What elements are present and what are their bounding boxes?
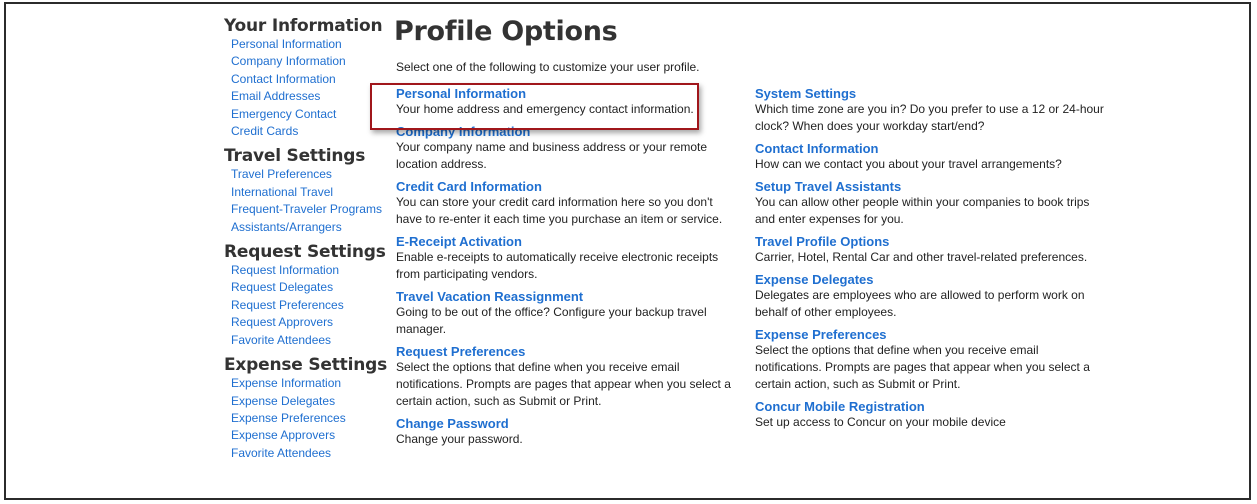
option-description: Delegates are employees who are allowed … [755, 288, 1085, 319]
option-concur-mobile-registration: Concur Mobile Registration Set up access… [755, 399, 1105, 431]
option-link[interactable]: Personal Information [396, 86, 736, 101]
sidebar-item-credit-cards[interactable]: Credit Cards [231, 123, 384, 140]
option-link[interactable]: System Settings [755, 86, 1105, 101]
sidebar-item-assistants-arrangers[interactable]: Assistants/Arrangers [231, 219, 384, 236]
option-link[interactable]: Expense Delegates [755, 272, 1105, 287]
sidebar-item-request-delegates[interactable]: Request Delegates [231, 279, 384, 296]
sidebar-group-your-information: Your Information Personal Information Co… [224, 16, 384, 140]
sidebar-item-expense-delegates[interactable]: Expense Delegates [231, 393, 384, 410]
option-description: Your company name and business address o… [396, 140, 708, 171]
profile-options-main: Profile Options Select one of the follow… [394, 16, 1104, 446]
option-description: You can allow other people within your c… [755, 195, 1090, 226]
option-description: You can store your credit card informati… [396, 195, 723, 226]
page-title: Profile Options [394, 16, 618, 47]
option-link[interactable]: Contact Information [755, 141, 1105, 156]
sidebar-item-expense-approvers[interactable]: Expense Approvers [231, 427, 384, 444]
sidebar-group-title: Travel Settings [224, 146, 366, 167]
sidebar-item-expense-preferences[interactable]: Expense Preferences [231, 410, 384, 427]
option-travel-profile-options: Travel Profile Options Carrier, Hotel, R… [755, 234, 1105, 266]
intro-text: Select one of the following to customize… [396, 60, 700, 74]
option-e-receipt-activation: E-Receipt Activation Enable e-receipts t… [396, 234, 736, 283]
sidebar-group-title: Request Settings [224, 242, 386, 263]
sidebar-item-request-approvers[interactable]: Request Approvers [231, 314, 384, 331]
option-link[interactable]: Travel Profile Options [755, 234, 1105, 249]
option-expense-preferences: Expense Preferences Select the options t… [755, 327, 1105, 393]
sidebar-item-frequent-traveler-programs[interactable]: Frequent-Traveler Programs [231, 201, 384, 218]
option-link[interactable]: E-Receipt Activation [396, 234, 736, 249]
option-system-settings: System Settings Which time zone are you … [755, 86, 1105, 135]
option-setup-travel-assistants: Setup Travel Assistants You can allow ot… [755, 179, 1105, 228]
sidebar-group-request-settings: Request Settings Request Information Req… [224, 242, 386, 349]
option-change-password: Change Password Change your password. [396, 416, 736, 448]
sidebar-group-title: Your Information [224, 16, 383, 36]
option-link[interactable]: Change Password [396, 416, 736, 431]
option-link[interactable]: Request Preferences [396, 344, 736, 359]
sidebar-list: Request Information Request Delegates Re… [231, 262, 384, 349]
option-credit-card-information: Credit Card Information You can store yo… [396, 179, 736, 228]
option-expense-delegates: Expense Delegates Delegates are employee… [755, 272, 1105, 321]
option-description: Select the options that define when you … [755, 343, 1090, 391]
page-frame: Your Information Personal Information Co… [4, 2, 1251, 500]
sidebar-item-international-travel[interactable]: International Travel [231, 184, 384, 201]
option-link[interactable]: Expense Preferences [755, 327, 1105, 342]
sidebar-item-expense-information[interactable]: Expense Information [231, 375, 384, 392]
option-contact-information: Contact Information How can we contact y… [755, 141, 1105, 173]
sidebar-item-personal-information[interactable]: Personal Information [231, 36, 384, 53]
option-link[interactable]: Setup Travel Assistants [755, 179, 1105, 194]
option-link[interactable]: Travel Vacation Reassignment [396, 289, 736, 304]
option-description: Select the options that define when you … [396, 360, 731, 408]
sidebar-group-expense-settings: Expense Settings Expense Information Exp… [224, 355, 387, 462]
option-description: Set up access to Concur on your mobile d… [755, 415, 1006, 429]
option-link[interactable]: Credit Card Information [396, 179, 736, 194]
sidebar-group-title: Expense Settings [224, 355, 387, 376]
sidebar-item-emergency-contact[interactable]: Emergency Contact [231, 106, 384, 123]
sidebar-item-request-information[interactable]: Request Information [231, 262, 384, 279]
option-description: How can we contact you about your travel… [755, 157, 1062, 171]
option-description: Which time zone are you in? Do you prefe… [755, 102, 1104, 133]
profile-sidebar: Your Information Personal Information Co… [224, 16, 387, 468]
option-link[interactable]: Company Information [396, 124, 736, 139]
option-company-information: Company Information Your company name an… [396, 124, 736, 173]
option-request-preferences: Request Preferences Select the options t… [396, 344, 736, 410]
sidebar-list: Personal Information Company Information… [231, 36, 384, 140]
option-personal-information: Personal Information Your home address a… [396, 86, 736, 118]
sidebar-list: Travel Preferences International Travel … [231, 166, 384, 236]
options-column-right: System Settings Which time zone are you … [755, 86, 1105, 437]
sidebar-item-email-addresses[interactable]: Email Addresses [231, 88, 384, 105]
option-description: Carrier, Hotel, Rental Car and other tra… [755, 250, 1088, 264]
option-description: Going to be out of the office? Configure… [396, 305, 707, 336]
sidebar-item-expense-favorite-attendees[interactable]: Favorite Attendees [231, 445, 384, 462]
sidebar-item-travel-preferences[interactable]: Travel Preferences [231, 166, 384, 183]
sidebar-item-company-information[interactable]: Company Information [231, 53, 384, 70]
options-column-left: Personal Information Your home address a… [396, 86, 736, 454]
option-link[interactable]: Concur Mobile Registration [755, 399, 1105, 414]
sidebar-item-request-preferences[interactable]: Request Preferences [231, 297, 384, 314]
option-description: Enable e-receipts to automatically recei… [396, 250, 719, 281]
sidebar-item-contact-information[interactable]: Contact Information [231, 71, 384, 88]
sidebar-item-request-favorite-attendees[interactable]: Favorite Attendees [231, 332, 384, 349]
option-description: Your home address and emergency contact … [396, 102, 694, 116]
option-description: Change your password. [396, 432, 523, 446]
sidebar-list: Expense Information Expense Delegates Ex… [231, 375, 384, 462]
sidebar-group-travel-settings: Travel Settings Travel Preferences Inter… [224, 146, 384, 236]
option-travel-vacation-reassignment: Travel Vacation Reassignment Going to be… [396, 289, 736, 338]
